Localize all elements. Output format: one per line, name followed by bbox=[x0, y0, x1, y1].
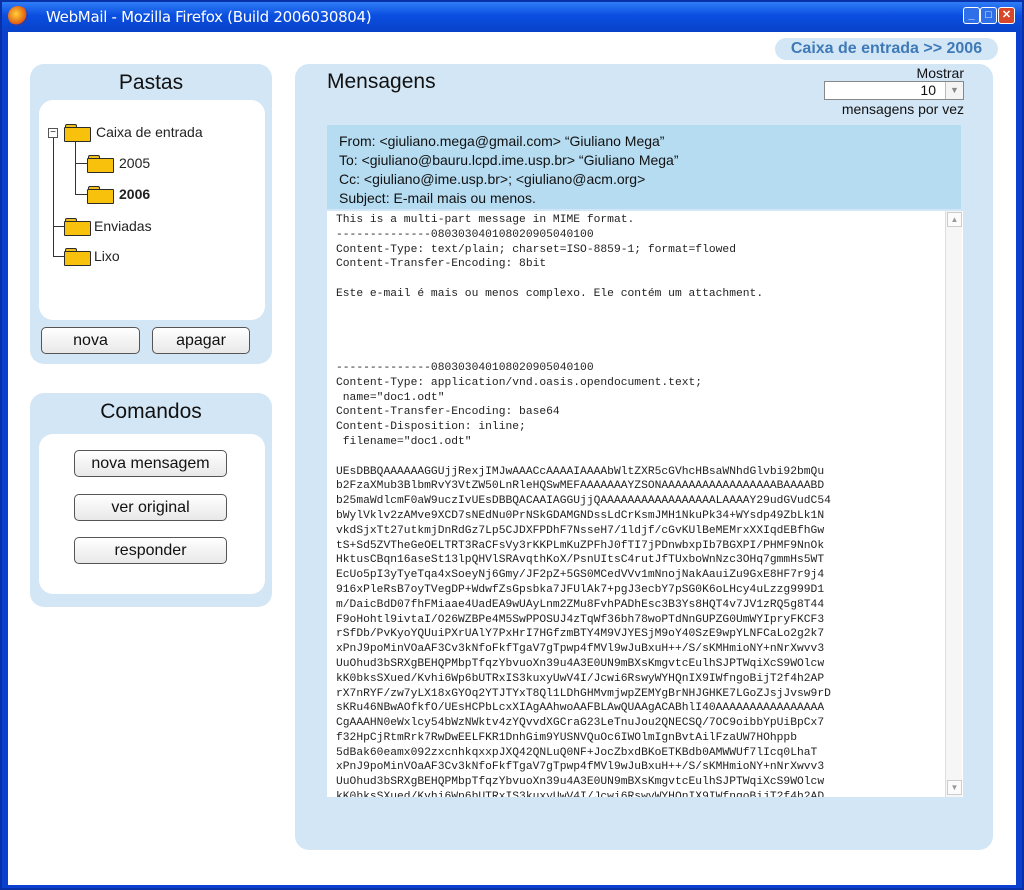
browser-window: WebMail - Mozilla Firefox (Build 2006030… bbox=[0, 0, 1024, 890]
commands-title: Comandos bbox=[100, 400, 202, 423]
folder-icon bbox=[87, 153, 115, 173]
folder-icon bbox=[64, 216, 92, 236]
folder-tree: − Caixa de entrada 2005 2006 Enviadas Li… bbox=[39, 100, 265, 320]
new-message-button[interactable]: nova mensagem bbox=[74, 450, 227, 477]
scroll-down-icon[interactable]: ▼ bbox=[947, 780, 962, 795]
header-from: From: <giuliano.mega@gmail.com> “Giulian… bbox=[339, 133, 665, 149]
header-subject: Subject: E-mail mais ou menos. bbox=[339, 190, 536, 206]
window-title: WebMail - Mozilla Firefox (Build 2006030… bbox=[46, 8, 372, 26]
messages-title: Mensagens bbox=[327, 70, 436, 93]
title-bar[interactable]: WebMail - Mozilla Firefox (Build 2006030… bbox=[2, 2, 1022, 32]
messages-panel: Mensagens Mostrar 10 ▼ mensagens por vez… bbox=[295, 64, 993, 850]
close-icon[interactable]: ✕ bbox=[998, 7, 1015, 24]
folder-label: Lixo bbox=[94, 248, 120, 264]
folder-item-2006[interactable]: 2006 bbox=[87, 183, 247, 205]
tree-line bbox=[75, 140, 76, 194]
firefox-icon bbox=[8, 6, 28, 26]
folder-item-sent[interactable]: Enviadas bbox=[64, 215, 254, 237]
scroll-up-icon[interactable]: ▲ bbox=[947, 212, 962, 227]
messages-per-page-select[interactable]: 10 ▼ bbox=[824, 81, 964, 100]
commands-panel: Comandos nova mensagem ver original resp… bbox=[30, 393, 272, 607]
folder-label: Caixa de entrada bbox=[96, 124, 203, 140]
folder-label: 2005 bbox=[119, 155, 151, 171]
view-original-button[interactable]: ver original bbox=[74, 494, 227, 521]
vertical-scrollbar[interactable]: ▲ ▼ bbox=[945, 211, 962, 797]
folders-title: Pastas bbox=[118, 71, 184, 94]
folder-icon bbox=[64, 122, 92, 142]
message-header: From: <giuliano.mega@gmail.com> “Giulian… bbox=[327, 125, 961, 209]
folders-panel: Pastas − Caixa de entrada 2005 2006 Envi… bbox=[30, 64, 272, 364]
commands-list: nova mensagem ver original responder bbox=[39, 434, 265, 594]
message-body-text: This is a multi-part message in MIME for… bbox=[336, 214, 831, 797]
page-content: Caixa de entrada >> 2006 Pastas − Caixa … bbox=[8, 32, 1016, 885]
collapse-icon[interactable]: − bbox=[48, 128, 58, 138]
folder-label: 2006 bbox=[119, 186, 151, 202]
header-cc: Cc: <giuliano@ime.usp.br>; <giuliano@acm… bbox=[339, 171, 646, 187]
folder-item-inbox[interactable]: Caixa de entrada bbox=[64, 121, 254, 143]
reply-button[interactable]: responder bbox=[74, 537, 227, 564]
breadcrumb: Caixa de entrada >> 2006 bbox=[775, 38, 998, 60]
folder-icon bbox=[87, 184, 115, 204]
folder-label: Enviadas bbox=[94, 218, 152, 234]
folder-item-trash[interactable]: Lixo bbox=[64, 245, 254, 267]
new-folder-button[interactable]: nova bbox=[41, 327, 140, 354]
delete-folder-button[interactable]: apagar bbox=[152, 327, 250, 354]
header-to: To: <giuliano@bauru.lcpd.ime.usp.br> “Gi… bbox=[339, 152, 679, 168]
maximize-icon[interactable]: □ bbox=[980, 7, 997, 24]
minimize-icon[interactable]: _ bbox=[963, 7, 980, 24]
folder-icon bbox=[64, 246, 92, 266]
show-label: Mostrar bbox=[916, 65, 964, 81]
message-body[interactable]: This is a multi-part message in MIME for… bbox=[327, 211, 963, 797]
chevron-down-icon[interactable]: ▼ bbox=[945, 82, 963, 99]
select-value: 10 bbox=[920, 82, 936, 98]
per-page-label: mensagens por vez bbox=[841, 101, 964, 117]
tree-line bbox=[53, 137, 54, 257]
folder-item-2005[interactable]: 2005 bbox=[87, 152, 247, 174]
